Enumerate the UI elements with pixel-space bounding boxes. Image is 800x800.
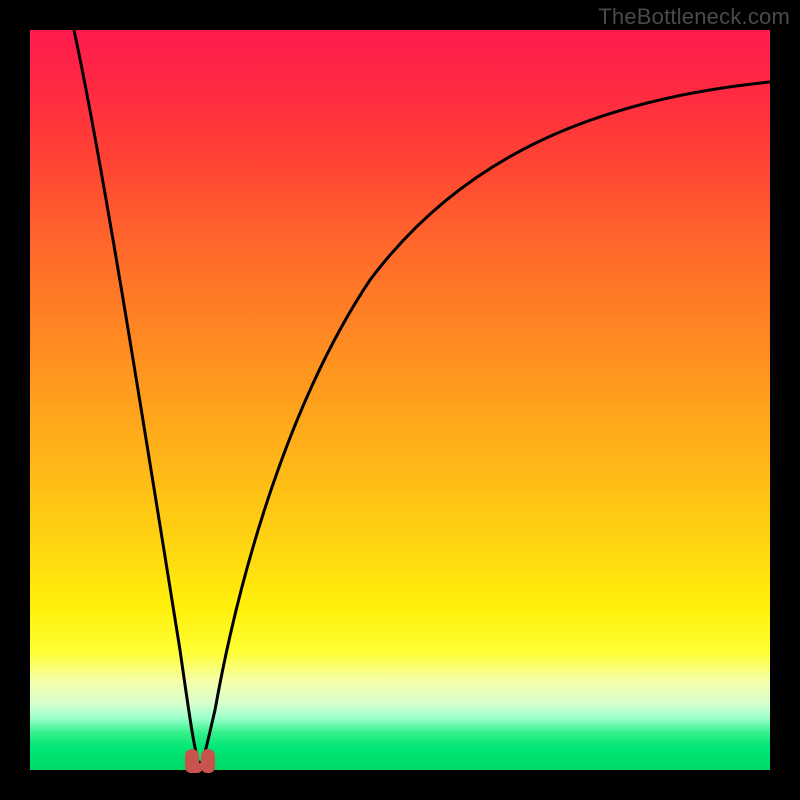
bottleneck-curve: [74, 30, 770, 767]
plot-area: [30, 30, 770, 770]
watermark-text: TheBottleneck.com: [598, 4, 790, 30]
marker-bridge: [189, 763, 203, 773]
minimum-marker: [183, 739, 217, 773]
chart-frame: TheBottleneck.com: [0, 0, 800, 800]
curve-layer: [30, 30, 770, 770]
marker-right-lobe: [201, 749, 215, 773]
